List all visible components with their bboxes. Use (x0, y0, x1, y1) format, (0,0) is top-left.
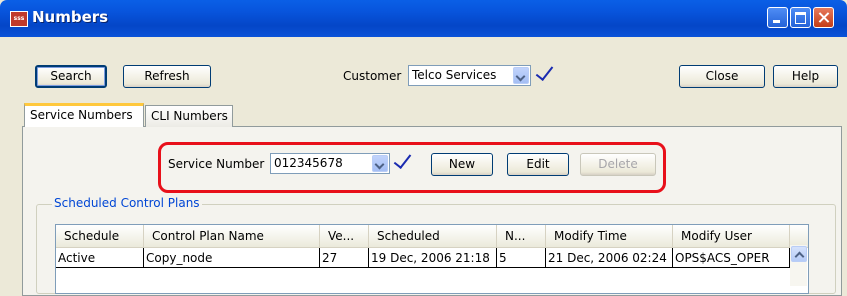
search-button[interactable]: Search (35, 65, 107, 88)
cell-modify-time: 21 Dec, 2006 02:24 (546, 248, 673, 268)
column-header-scheduled[interactable]: Scheduled (369, 225, 497, 247)
tab-cli-numbers[interactable]: CLI Numbers (145, 105, 233, 127)
column-header-control-plan-name[interactable]: Control Plan Name (144, 225, 320, 247)
customer-value: Telco Services (412, 68, 497, 82)
chevron-down-icon[interactable] (372, 155, 388, 172)
app-icon: sss (10, 11, 28, 27)
maximize-button[interactable] (790, 7, 811, 28)
column-header-modify-time[interactable]: Modify Time (546, 225, 673, 247)
service-number-value: 012345678 (274, 156, 343, 170)
cell-scheduled: 19 Dec, 2006 21:18 (369, 248, 497, 268)
refresh-button[interactable]: Refresh (123, 65, 211, 88)
control-plans-table: Schedule Control Plan Name Ve... Schedul… (55, 224, 809, 294)
tab-service-numbers[interactable]: Service Numbers (24, 103, 144, 127)
cell-control-plan-name: Copy_node (144, 248, 320, 268)
column-header-schedule[interactable]: Schedule (56, 225, 144, 247)
cell-version: 27 (320, 248, 369, 268)
cell-modify-user: OPS$ACS_OPER (673, 248, 790, 268)
close-window-button[interactable] (813, 7, 834, 28)
cell-number: 5 (497, 248, 546, 268)
window-title: Numbers (32, 8, 109, 26)
service-number-select[interactable]: 012345678 (270, 153, 390, 174)
chevron-down-icon[interactable] (513, 67, 529, 84)
scroll-up-icon[interactable] (791, 246, 807, 262)
numbers-window: sss Numbers Search Refresh Customer Telc… (0, 0, 847, 296)
service-number-label: Service Number (168, 157, 265, 171)
table-scrollbar[interactable] (790, 245, 807, 286)
column-header-number[interactable]: N... (497, 225, 546, 247)
customer-label: Customer (343, 69, 402, 83)
cell-schedule: Active (56, 248, 144, 268)
group-title: Scheduled Control Plans (52, 196, 202, 210)
customer-select[interactable]: Telco Services (408, 65, 531, 86)
table-row[interactable]: Active Copy_node 27 19 Dec, 2006 21:18 5… (56, 248, 808, 268)
help-button[interactable]: Help (773, 65, 838, 88)
delete-button: Delete (580, 153, 656, 176)
column-header-version[interactable]: Ve... (320, 225, 369, 247)
title-bar[interactable]: sss Numbers (0, 0, 847, 37)
close-button[interactable]: Close (679, 65, 765, 88)
edit-button[interactable]: Edit (507, 153, 569, 176)
table-header: Schedule Control Plan Name Ve... Schedul… (56, 225, 808, 248)
new-button[interactable]: New (431, 153, 493, 176)
customer-valid-check-icon (535, 62, 554, 81)
minimize-button[interactable] (767, 7, 788, 28)
column-header-modify-user[interactable]: Modify User (673, 225, 790, 247)
